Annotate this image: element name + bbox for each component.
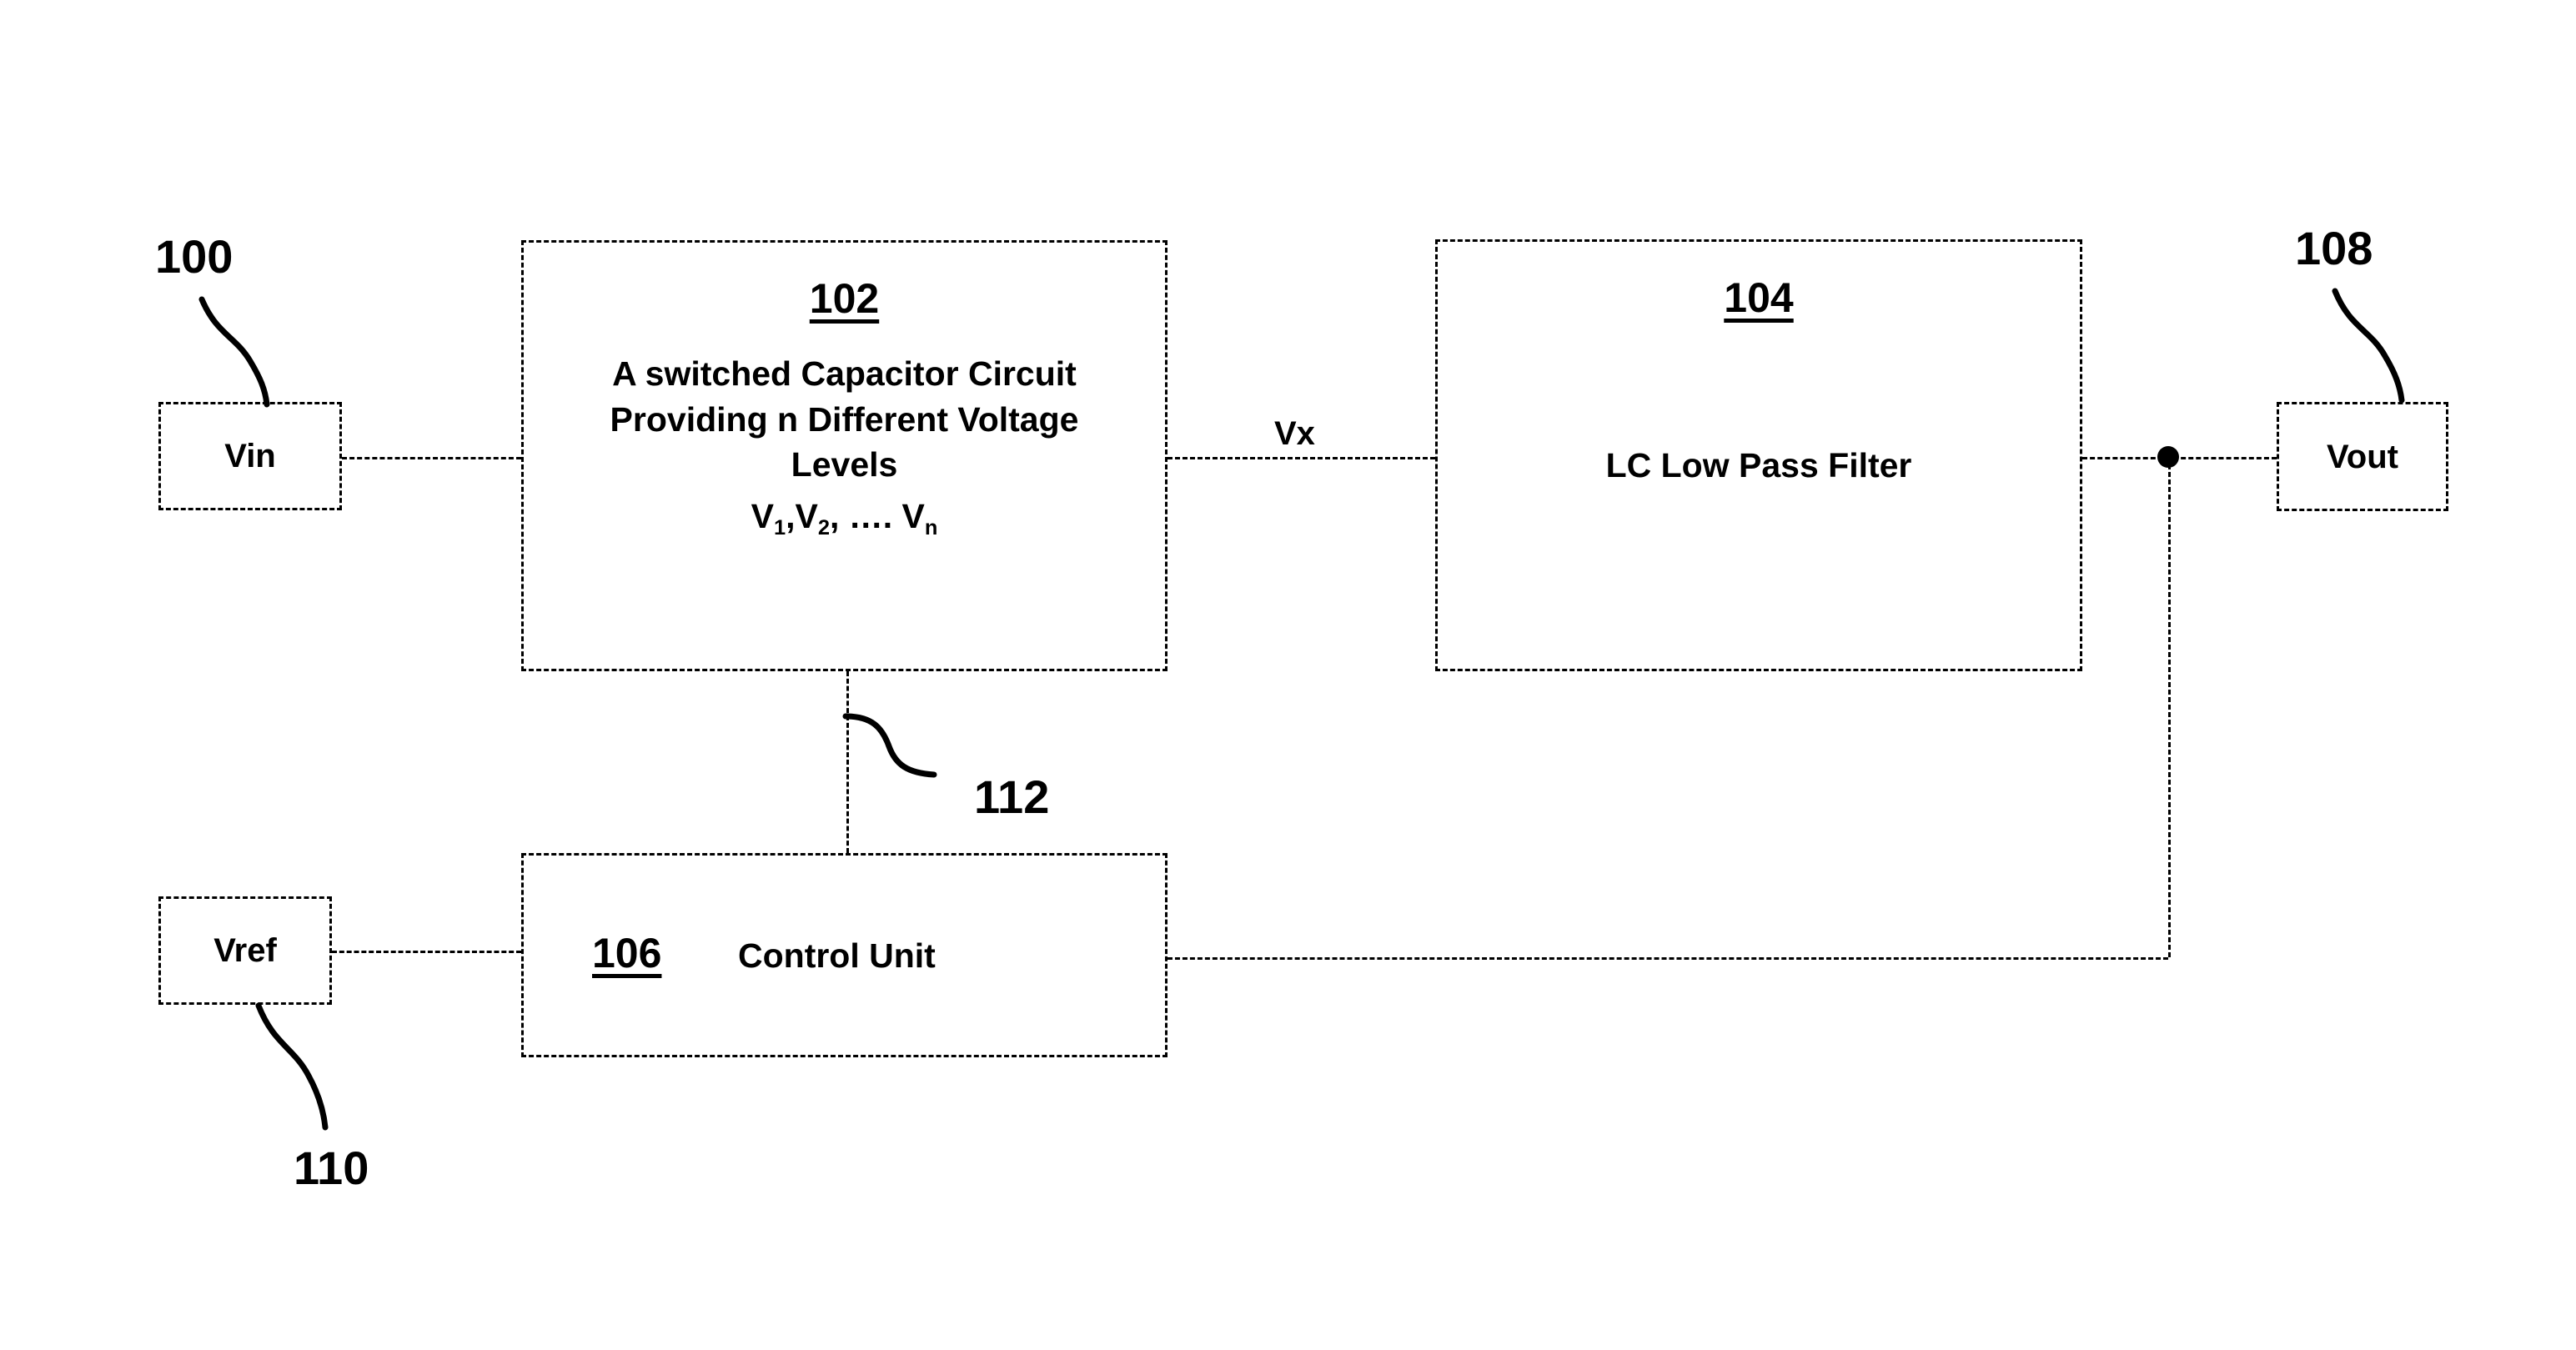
- voltage-level-vn-subscript: n: [924, 515, 938, 539]
- reference-numeral-100: 100: [155, 230, 233, 283]
- vref-label: Vref: [213, 932, 277, 969]
- switched-capacitor-circuit-block[interactable]: 102 A switched Capacitor Circuit Providi…: [521, 240, 1167, 671]
- leader-line-108: [2332, 288, 2405, 404]
- switched-capacitor-description-line-2: Providing n Different Voltage: [610, 399, 1079, 439]
- wire-feedback-to-control-unit: [1167, 957, 2168, 960]
- wire-junction-to-vout: [2166, 457, 2277, 459]
- lc-low-pass-filter-block[interactable]: 104 LC Low Pass Filter: [1435, 239, 2082, 671]
- output-node-junction-dot: [2157, 446, 2179, 468]
- leader-line-112: [842, 713, 937, 778]
- voltage-level-ellipsis-and-vn-prefix: , …. V: [829, 497, 925, 535]
- voltage-level-v2-subscript: 2: [817, 515, 830, 539]
- leader-line-110: [255, 1002, 329, 1131]
- voltage-level-v1-subscript: 1: [773, 515, 786, 539]
- filter-block-description: LC Low Pass Filter: [1605, 446, 1912, 484]
- reference-numeral-108: 108: [2295, 222, 2373, 274]
- wire-vin-to-switched-capacitor: [342, 457, 521, 459]
- reference-numeral-110: 110: [294, 1142, 369, 1194]
- vout-label: Vout: [2327, 438, 2398, 475]
- wire-feedback-vertical: [2168, 457, 2171, 957]
- vin-label: Vin: [224, 438, 276, 474]
- wire-switched-capacitor-to-filter: [1167, 457, 1435, 459]
- control-unit-block-description: Control Unit: [738, 936, 936, 975]
- control-unit-block-number: 106: [592, 930, 662, 976]
- switched-capacitor-block-description: A switched Capacitor Circuit Providing n…: [554, 351, 1135, 488]
- leader-line-100: [198, 296, 270, 408]
- voltage-levels-list: V1,V2, …. Vn: [524, 497, 1165, 539]
- control-unit-block[interactable]: 106 Control Unit: [521, 853, 1167, 1057]
- voltage-level-v1-prefix: V: [751, 497, 774, 535]
- vx-signal-label: Vx: [1274, 415, 1315, 452]
- vout-block[interactable]: Vout: [2277, 402, 2448, 511]
- switched-capacitor-description-line-1: A switched Capacitor Circuit: [612, 354, 1077, 393]
- reference-numeral-112: 112: [974, 770, 1050, 823]
- vin-block[interactable]: Vin: [158, 402, 342, 510]
- switched-capacitor-block-number: 102: [809, 275, 880, 322]
- figure-canvas: Vin Vout Vref 102 A switched Capacitor C…: [0, 0, 2576, 1350]
- filter-block-number: 104: [1724, 274, 1794, 321]
- wire-vref-to-control-unit: [332, 951, 521, 953]
- vref-block[interactable]: Vref: [158, 896, 332, 1005]
- switched-capacitor-description-line-3: Levels: [791, 445, 898, 484]
- voltage-level-v2-prefix: ,V: [786, 497, 818, 535]
